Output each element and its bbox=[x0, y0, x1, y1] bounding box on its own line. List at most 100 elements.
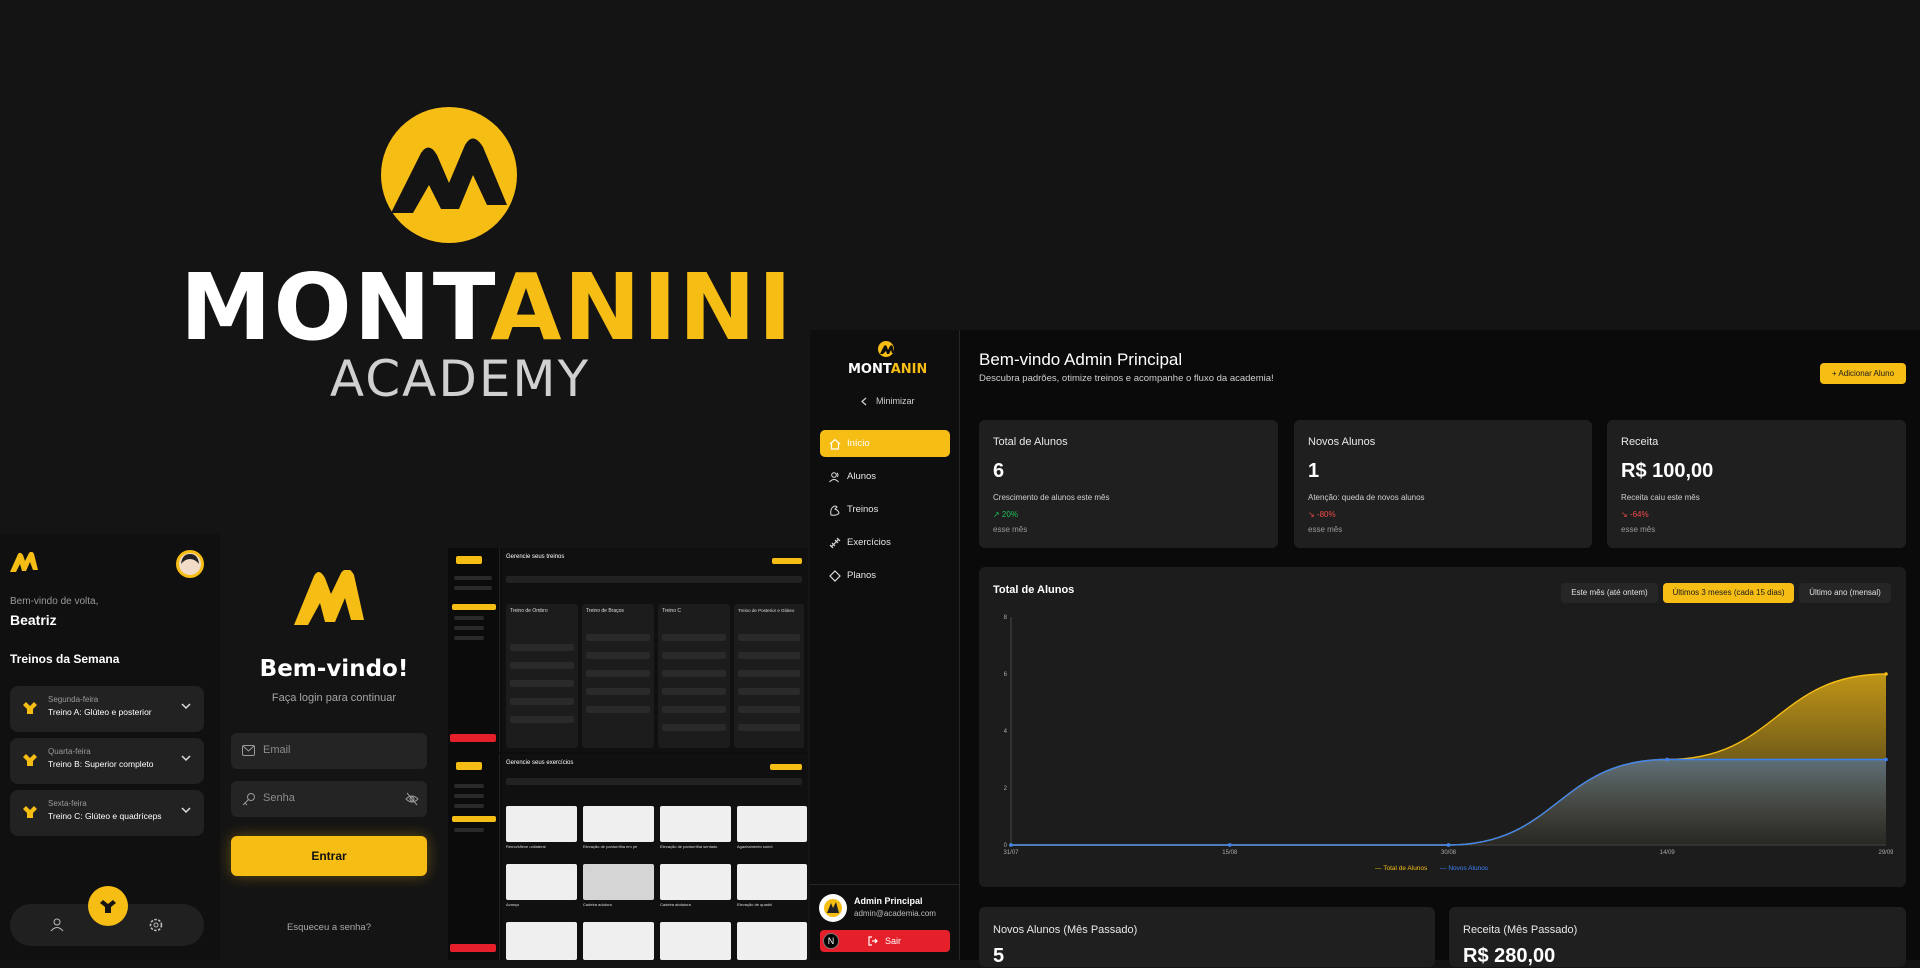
stat-card: Novos Alunos 1 Atenção: queda de novos a… bbox=[1294, 420, 1592, 548]
divider bbox=[810, 884, 960, 885]
data-point bbox=[1446, 843, 1451, 847]
stat-period: esse mês bbox=[1621, 525, 1656, 534]
preview-title: Gerencie seus treinos bbox=[506, 554, 565, 560]
key-icon bbox=[242, 793, 255, 806]
range-last-year-button[interactable]: Último ano (mensal) bbox=[1799, 583, 1891, 603]
sidebar-item-exercicios[interactable]: Exercícios bbox=[820, 529, 950, 556]
email-field[interactable]: Email bbox=[231, 733, 427, 769]
add-student-button[interactable]: + Adicionar Aluno bbox=[1820, 363, 1906, 384]
dumbbell-icon bbox=[23, 806, 37, 818]
workout-fab-button[interactable] bbox=[88, 886, 128, 926]
workout-card[interactable]: Segunda-feira Treino A: Glúteo e posteri… bbox=[10, 686, 204, 732]
preview-main: Gerencie seus treinos Treino de Ombro Tr… bbox=[502, 548, 808, 752]
data-point bbox=[1009, 843, 1013, 847]
minimize-button[interactable]: Minimizar bbox=[876, 396, 915, 406]
series-area bbox=[1011, 759, 1886, 845]
range-this-month-button[interactable]: Este mês (até ontem) bbox=[1561, 583, 1658, 603]
avatar[interactable] bbox=[176, 550, 204, 578]
y-tick-label: 6 bbox=[1004, 672, 1008, 678]
brand-circle-icon bbox=[381, 107, 517, 243]
chevron-down-icon[interactable] bbox=[180, 700, 192, 712]
x-tick-label: 30/08 bbox=[1441, 850, 1457, 856]
stat-desc: Receita caiu este mês bbox=[1621, 493, 1700, 502]
preview-column: Treino de Ombro bbox=[506, 604, 578, 748]
range-3-months-button[interactable]: Últimos 3 meses (cada 15 dias) bbox=[1663, 583, 1794, 603]
mail-icon bbox=[242, 745, 255, 756]
chevron-left-icon[interactable] bbox=[860, 397, 868, 406]
stat-card-revenue-last-month: Receita (Mês Passado) R$ 280,00 bbox=[1449, 907, 1906, 967]
brand-mark-icon bbox=[10, 552, 38, 572]
stat-percent: ↗ 20% bbox=[993, 510, 1018, 519]
data-point bbox=[1884, 672, 1888, 676]
y-tick-label: 2 bbox=[1004, 786, 1008, 792]
password-field[interactable]: Senha bbox=[231, 781, 427, 817]
stat-desc: Crescimento de alunos este mês bbox=[993, 493, 1110, 502]
data-point bbox=[1665, 757, 1670, 762]
workout-day: Segunda-feira bbox=[48, 695, 99, 704]
home-icon bbox=[829, 438, 841, 450]
stat-value: R$ 100,00 bbox=[1621, 460, 1714, 482]
eye-off-icon[interactable] bbox=[405, 792, 419, 806]
brand-wordmark: MONTANINI bbox=[180, 254, 795, 361]
user-name: Beatriz bbox=[10, 612, 57, 628]
preview-title: Gerencie seus exercícios bbox=[506, 760, 574, 766]
preview-main: Gerencie seus exercícios Remo/sflexe uni… bbox=[502, 754, 808, 960]
page-subtitle: Descubra padrões, otimize treinos e acom… bbox=[979, 373, 1274, 384]
stat-percent: ↘ -80% bbox=[1308, 510, 1336, 519]
dumbbell-icon bbox=[100, 900, 116, 913]
login-submit-button[interactable]: Entrar bbox=[231, 836, 427, 876]
legend-novos: — Novos Alunos bbox=[1440, 865, 1489, 872]
admin-sidebar bbox=[810, 330, 960, 960]
admin-user-email: admin@academia.com bbox=[854, 909, 936, 918]
stat-card: Total de Alunos 6 Crescimento de alunos … bbox=[979, 420, 1278, 548]
stat-title: Total de Alunos bbox=[993, 436, 1068, 448]
avatar[interactable] bbox=[819, 894, 847, 922]
stat-card: Receita R$ 100,00 Receita caiu este mês … bbox=[1607, 420, 1906, 548]
forgot-password-link[interactable]: Esqueceu a senha? bbox=[231, 922, 427, 933]
stat-card-last-month: Novos Alunos (Mês Passado) 5 bbox=[979, 907, 1435, 967]
stat-percent: ↘ -64% bbox=[1621, 510, 1649, 519]
dumbbell-icon bbox=[829, 537, 841, 549]
legend-total: — Total de Alunos bbox=[1375, 865, 1428, 872]
x-tick-label: 14/09 bbox=[1660, 850, 1676, 856]
stat-period: esse mês bbox=[1308, 525, 1343, 534]
login-title: Bem-vindo! bbox=[259, 656, 409, 682]
sidebar-item-planos[interactable]: Planos bbox=[820, 562, 950, 589]
brand-subtitle: ACADEMY bbox=[329, 350, 591, 408]
dumbbell-icon bbox=[23, 702, 37, 714]
sidebar-item-inicio[interactable]: Início bbox=[820, 430, 950, 457]
n-badge: N bbox=[823, 933, 839, 949]
logout-icon bbox=[868, 936, 878, 946]
stat-period: esse mês bbox=[993, 525, 1028, 534]
workout-title: Treino B: Superior completo bbox=[48, 759, 154, 769]
gear-icon[interactable] bbox=[148, 917, 164, 933]
logout-button[interactable]: Sair bbox=[820, 930, 950, 952]
svg-text:MONTANINI: MONTANINI bbox=[848, 362, 926, 376]
stat-title: Novos Alunos bbox=[1308, 436, 1376, 448]
workout-day: Quarta-feira bbox=[48, 747, 91, 756]
stat-title: Receita (Mês Passado) bbox=[1463, 924, 1578, 936]
preview-sidebar bbox=[448, 754, 500, 960]
chevron-down-icon[interactable] bbox=[180, 752, 192, 764]
stat-desc: Atenção: queda de novos alunos bbox=[1308, 493, 1425, 502]
sidebar-item-alunos[interactable]: Alunos bbox=[820, 463, 950, 490]
section-title: Treinos da Semana bbox=[10, 652, 120, 666]
data-point bbox=[1884, 757, 1888, 762]
sidebar-item-treinos[interactable]: Treinos bbox=[820, 496, 950, 523]
login-subtitle: Faça login para continuar bbox=[271, 692, 397, 704]
y-tick-label: 8 bbox=[1004, 615, 1008, 621]
user-icon[interactable] bbox=[50, 918, 64, 932]
x-tick-label: 31/07 bbox=[1003, 850, 1019, 856]
x-tick-label: 15/08 bbox=[1222, 850, 1238, 856]
workout-card[interactable]: Sexta-feira Treino C: Glúteo e quadrícep… bbox=[10, 790, 204, 836]
total-students-chart: 0 2 4 6 8 31/07 15/08 30/08 14/09 29/09 bbox=[1003, 615, 1893, 856]
x-tick-label: 29/09 bbox=[1878, 850, 1893, 856]
preview-column: Treino de Braços bbox=[582, 604, 654, 748]
data-point bbox=[1227, 843, 1232, 847]
stat-value: 6 bbox=[993, 460, 1005, 482]
stat-value: R$ 280,00 bbox=[1463, 945, 1556, 967]
stat-value: 5 bbox=[993, 945, 1005, 967]
chevron-down-icon[interactable] bbox=[180, 804, 192, 816]
chart-title: Total de Alunos bbox=[993, 584, 1075, 596]
workout-card[interactable]: Quarta-feira Treino B: Superior completo bbox=[10, 738, 204, 784]
